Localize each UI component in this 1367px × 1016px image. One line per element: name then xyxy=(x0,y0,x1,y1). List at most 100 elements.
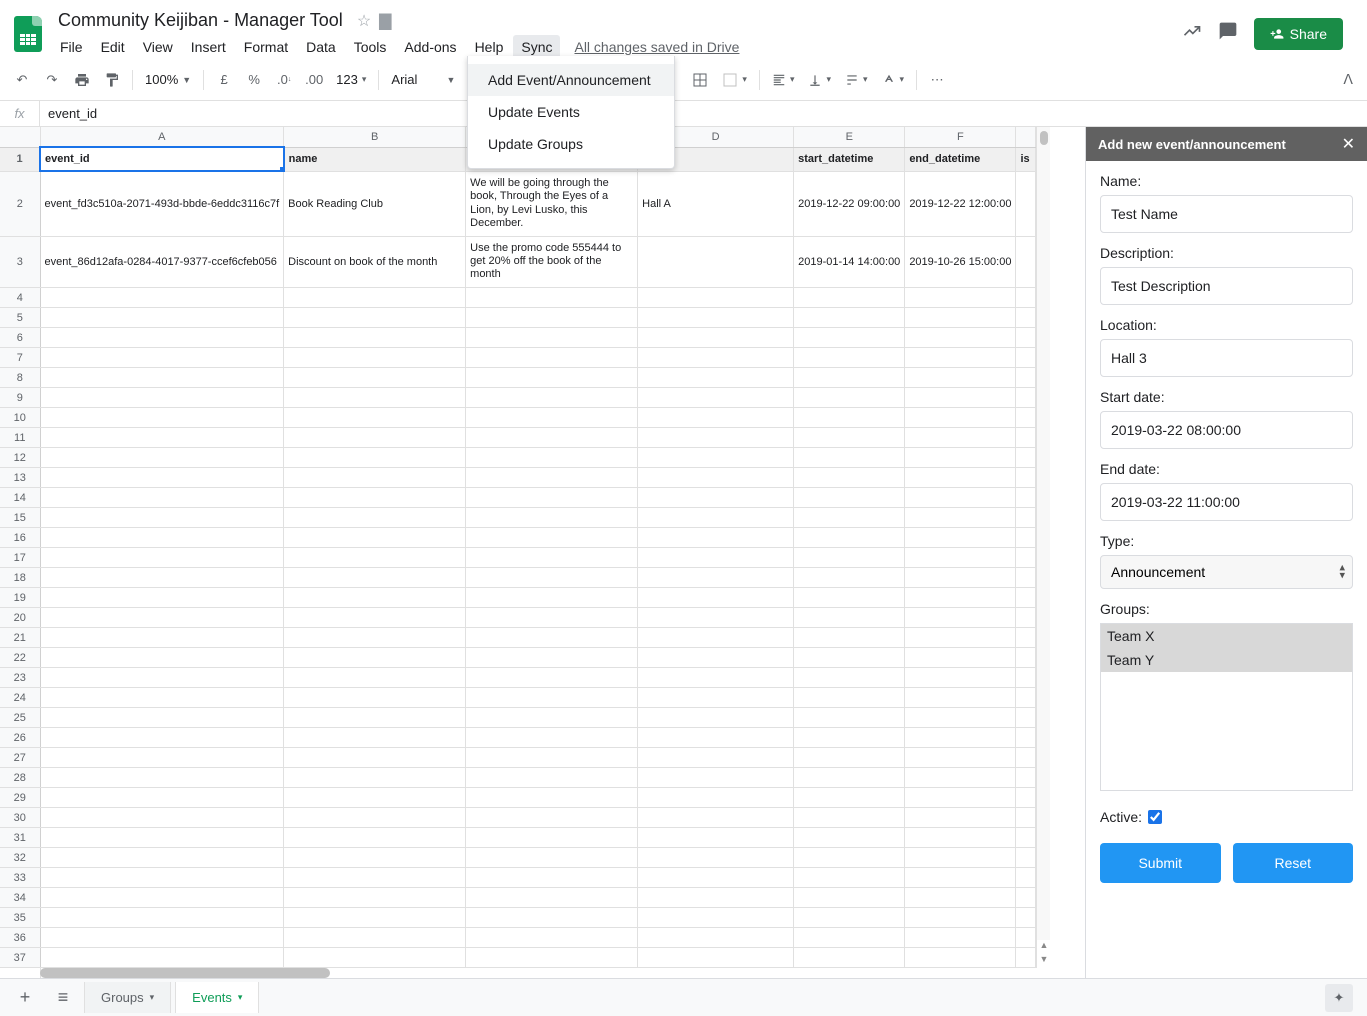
cell[interactable]: name xyxy=(284,147,466,171)
cell[interactable] xyxy=(638,528,794,548)
cell[interactable] xyxy=(638,688,794,708)
cell[interactable] xyxy=(638,568,794,588)
valign-button[interactable]: ▾ xyxy=(802,71,837,89)
cell[interactable] xyxy=(466,808,638,828)
submit-button[interactable]: Submit xyxy=(1100,843,1221,883)
cell[interactable] xyxy=(794,748,905,768)
tab-groups[interactable]: Groups▾ xyxy=(84,982,171,1013)
row-header-35[interactable]: 35 xyxy=(0,908,40,928)
cell[interactable] xyxy=(40,308,284,328)
cell[interactable] xyxy=(284,328,466,348)
cell[interactable] xyxy=(794,508,905,528)
cell[interactable] xyxy=(284,708,466,728)
cell[interactable] xyxy=(794,668,905,688)
row-header-18[interactable]: 18 xyxy=(0,568,40,588)
cell[interactable]: end_datetime xyxy=(905,147,1016,171)
cell[interactable] xyxy=(794,608,905,628)
cell[interactable] xyxy=(905,628,1016,648)
add-sheet-button button[interactable]: + xyxy=(8,983,42,1013)
cell[interactable] xyxy=(638,608,794,628)
cell[interactable]: Discount on book of the month xyxy=(284,236,466,287)
cell[interactable]: 2019-12-22 09:00:00 xyxy=(794,171,905,236)
row-header-16[interactable]: 16 xyxy=(0,528,40,548)
cell[interactable] xyxy=(284,748,466,768)
formula-input[interactable]: event_id xyxy=(40,106,1367,121)
cell[interactable] xyxy=(638,448,794,468)
cell[interactable] xyxy=(284,848,466,868)
cell[interactable] xyxy=(794,768,905,788)
save-status[interactable]: All changes saved in Drive xyxy=(574,39,739,55)
row-header-36[interactable]: 36 xyxy=(0,928,40,948)
cell[interactable] xyxy=(40,528,284,548)
cell[interactable] xyxy=(794,368,905,388)
cell[interactable] xyxy=(905,368,1016,388)
cell[interactable] xyxy=(284,948,466,968)
menu-addons[interactable]: Add-ons xyxy=(396,35,464,59)
cell[interactable] xyxy=(905,668,1016,688)
input-description[interactable] xyxy=(1100,267,1353,305)
paint-format-button[interactable] xyxy=(98,66,126,94)
cell[interactable] xyxy=(40,768,284,788)
cell[interactable] xyxy=(284,928,466,948)
cell[interactable] xyxy=(40,788,284,808)
cell[interactable] xyxy=(466,768,638,788)
cell[interactable]: 2019-12-22 12:00:00 xyxy=(905,171,1016,236)
listbox-groups[interactable]: Team X Team Y xyxy=(1100,623,1353,791)
cell[interactable] xyxy=(794,788,905,808)
cell[interactable] xyxy=(284,308,466,328)
cell[interactable] xyxy=(284,408,466,428)
cell[interactable] xyxy=(794,808,905,828)
cell[interactable] xyxy=(794,908,905,928)
cell[interactable] xyxy=(40,648,284,668)
cell[interactable] xyxy=(466,348,638,368)
cell[interactable] xyxy=(905,748,1016,768)
close-icon[interactable]: ✕ xyxy=(1342,134,1355,154)
cell[interactable] xyxy=(638,768,794,788)
row-header-24[interactable]: 24 xyxy=(0,688,40,708)
row-header-37[interactable]: 37 xyxy=(0,948,40,968)
cell[interactable] xyxy=(40,548,284,568)
cell[interactable] xyxy=(284,628,466,648)
cell[interactable] xyxy=(40,908,284,928)
cell[interactable] xyxy=(905,768,1016,788)
cell[interactable] xyxy=(284,688,466,708)
cell[interactable] xyxy=(40,488,284,508)
cell[interactable] xyxy=(40,948,284,968)
redo-button[interactable]: ↷ xyxy=(38,66,66,94)
vertical-scrollbar[interactable]: ▲ ▼ xyxy=(1036,127,1050,968)
cell[interactable]: event_fd3c510a-2071-493d-bbde-6eddc3116c… xyxy=(40,171,284,236)
cell[interactable] xyxy=(905,808,1016,828)
cell[interactable] xyxy=(284,468,466,488)
row-header-19[interactable]: 19 xyxy=(0,588,40,608)
number-format-select[interactable]: 123▾ xyxy=(330,70,372,89)
cell[interactable] xyxy=(466,848,638,868)
row-header-4[interactable]: 4 xyxy=(0,288,40,308)
menu-tools[interactable]: Tools xyxy=(346,35,395,59)
cell[interactable] xyxy=(905,348,1016,368)
cell[interactable] xyxy=(638,848,794,868)
cell[interactable] xyxy=(905,788,1016,808)
fx-icon[interactable]: fx xyxy=(0,101,40,126)
cell[interactable] xyxy=(40,388,284,408)
cell[interactable] xyxy=(794,588,905,608)
cell[interactable] xyxy=(466,468,638,488)
increase-decimal-button[interactable]: .00 xyxy=(300,66,328,94)
cell[interactable] xyxy=(794,868,905,888)
currency-button[interactable]: £ xyxy=(210,66,238,94)
cell[interactable] xyxy=(40,808,284,828)
cell[interactable] xyxy=(40,608,284,628)
cell[interactable] xyxy=(40,628,284,648)
explore-button[interactable]: ✦ xyxy=(1325,984,1353,1012)
cell[interactable] xyxy=(905,288,1016,308)
cell[interactable] xyxy=(638,588,794,608)
col-header-E[interactable]: E xyxy=(794,127,905,147)
cell[interactable] xyxy=(466,708,638,728)
cell[interactable] xyxy=(466,288,638,308)
cell[interactable] xyxy=(40,688,284,708)
cell[interactable] xyxy=(794,408,905,428)
cell[interactable]: start_datetime xyxy=(794,147,905,171)
cell[interactable] xyxy=(905,388,1016,408)
select-all-corner[interactable] xyxy=(0,127,40,147)
cell[interactable] xyxy=(905,708,1016,728)
cell[interactable] xyxy=(794,548,905,568)
